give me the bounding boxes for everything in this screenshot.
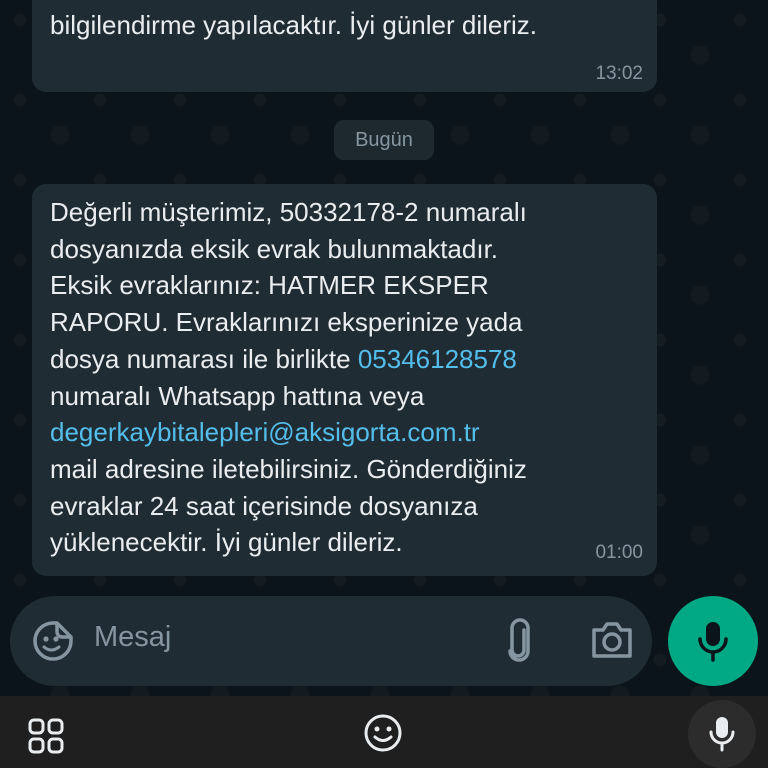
emoji-icon[interactable] xyxy=(362,712,404,754)
message-line: numaralı Whatsapp hattına veya xyxy=(50,380,425,411)
attach-icon[interactable] xyxy=(504,618,534,662)
message-text: Değerli müşterimiz, 50332178-2 numaralı … xyxy=(50,194,650,561)
phone-link[interactable]: 05346128578 xyxy=(358,344,517,374)
camera-icon[interactable] xyxy=(590,620,634,660)
message-line: Değerli müşterimiz, 50332178-2 numaralı xyxy=(50,197,527,227)
voice-record-button[interactable] xyxy=(668,596,758,686)
previous-message-bubble[interactable]: bilgilendirme yapılacaktır. İyi günler d… xyxy=(32,0,657,92)
message-line-text: dosya numarası ile birlikte xyxy=(50,343,358,374)
message-line: evraklar 24 saat içerisinde dosyanıza xyxy=(50,490,478,521)
sticker-icon[interactable] xyxy=(32,620,74,662)
message-line: dosya numarası ile birlikte 05346128578 xyxy=(50,341,650,378)
previous-message-time: 13:02 xyxy=(595,63,643,84)
keyboard-toolbar xyxy=(0,696,768,768)
message-composer[interactable]: Mesaj xyxy=(10,596,652,686)
message-line: mail adresine iletebilirsiniz. Gönderdiğ… xyxy=(50,453,527,484)
date-divider: Bugün xyxy=(334,120,434,160)
previous-message-text: bilgilendirme yapılacaktır. İyi günler d… xyxy=(50,10,537,40)
grid-icon[interactable] xyxy=(0,696,92,768)
message-line: dosyanızda eksik evrak bulunmaktadır. xyxy=(50,233,499,264)
mic-icon xyxy=(698,622,728,662)
message-line: Eksik evraklarınız: HATMER EKSPER xyxy=(50,270,489,301)
email-link[interactable]: degerkaybitalepleri@aksigorta.com.tr xyxy=(50,414,650,451)
mic-icon xyxy=(709,717,735,752)
message-input[interactable]: Mesaj xyxy=(94,621,171,654)
message-time: 01:00 xyxy=(595,542,643,563)
keyboard-voice-button[interactable] xyxy=(688,700,756,768)
message-line: yüklenecektir. İyi günler dileriz. xyxy=(50,527,403,558)
message-line: RAPORU. Evraklarınızı eksperinize yada xyxy=(50,307,523,338)
message-bubble[interactable]: Değerli müşterimiz, 50332178-2 numaralı … xyxy=(32,184,657,576)
